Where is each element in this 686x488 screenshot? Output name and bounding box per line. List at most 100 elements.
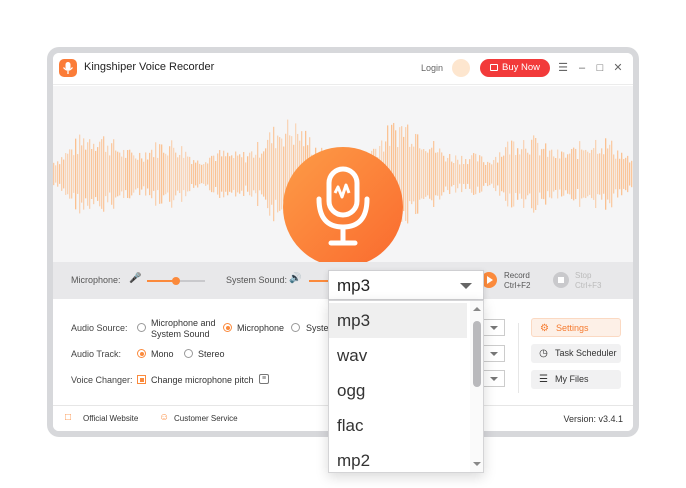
scrollbar-thumb[interactable] xyxy=(473,321,481,387)
waveform-bar xyxy=(625,157,627,191)
waveform-bar xyxy=(417,134,419,214)
waveform-bar xyxy=(479,155,481,193)
waveform-bar xyxy=(275,148,277,200)
option-stereo[interactable]: Stereo xyxy=(198,349,225,359)
waveform-bar xyxy=(155,142,157,206)
gear-icon: ⚙ xyxy=(540,323,549,334)
waveform-bar xyxy=(233,158,235,190)
microphone-volume-slider[interactable] xyxy=(147,277,205,285)
waveform-bar xyxy=(133,155,135,193)
waveform-bar xyxy=(113,139,115,209)
dropdown-scrollbar[interactable] xyxy=(470,301,483,472)
waveform-bar xyxy=(229,156,231,192)
menu-icon[interactable]: ☰ xyxy=(557,62,569,74)
format-option-flac[interactable]: flac xyxy=(329,408,467,443)
waveform-bar xyxy=(225,156,227,192)
stop-button[interactable] xyxy=(553,272,569,288)
waveform-bar xyxy=(551,149,553,199)
option-mic-and-system-line1[interactable]: Microphone and xyxy=(151,318,216,328)
task-scheduler-button[interactable]: ◷ Task Scheduler xyxy=(531,344,621,363)
waveform-bar xyxy=(539,155,541,193)
waveform-bar xyxy=(535,137,537,211)
system-sound-slider[interactable] xyxy=(309,280,329,282)
settings-button[interactable]: ⚙ Settings xyxy=(531,318,621,337)
format-option-wav[interactable]: wav xyxy=(329,338,467,373)
waveform-bar xyxy=(543,148,545,200)
record-microphone-button[interactable] xyxy=(283,147,403,267)
change-pitch-checkbox[interactable] xyxy=(137,375,146,384)
radio-microphone[interactable] xyxy=(223,323,232,332)
audio-track-select[interactable] xyxy=(481,345,505,362)
waveform-bar xyxy=(427,152,429,196)
waveform-bar xyxy=(281,138,283,210)
waveform-bar xyxy=(521,149,523,199)
waveform-bar xyxy=(509,154,511,194)
voice-changer-select[interactable] xyxy=(481,370,505,387)
chevron-down-icon[interactable] xyxy=(460,283,472,289)
waveform-bar xyxy=(499,152,501,196)
waveform-bar xyxy=(545,143,547,205)
login-link[interactable]: Login xyxy=(421,63,443,73)
avatar[interactable] xyxy=(452,59,470,77)
list-icon: ☰ xyxy=(539,374,548,385)
waveform-bar xyxy=(97,147,99,201)
option-microphone[interactable]: Microphone xyxy=(237,323,284,333)
official-website-link[interactable]: Official Website xyxy=(83,414,138,423)
waveform-bar xyxy=(525,148,527,200)
waveform-bar xyxy=(523,140,525,208)
scroll-down-icon[interactable] xyxy=(473,462,481,466)
waveform-bar xyxy=(557,149,559,199)
waveform-bar xyxy=(151,149,153,199)
waveform-bar xyxy=(189,156,191,192)
stop-label[interactable]: Stop Ctrl+F3 xyxy=(575,271,601,291)
waveform-bar xyxy=(549,150,551,198)
waveform-bar xyxy=(209,157,211,191)
minimize-icon[interactable]: – xyxy=(576,62,588,74)
format-option-ogg[interactable]: ogg xyxy=(329,373,467,408)
waveform-bar xyxy=(595,139,597,209)
waveform-bar xyxy=(475,153,477,195)
record-label[interactable]: Record Ctrl+F2 xyxy=(504,271,530,291)
waveform-bar xyxy=(221,156,223,192)
waveform-bar xyxy=(143,161,145,187)
option-mono[interactable]: Mono xyxy=(151,349,174,359)
waveform-bar xyxy=(83,138,85,210)
change-pitch-option[interactable]: Change microphone pitch xyxy=(151,375,254,385)
scroll-up-icon[interactable] xyxy=(473,307,481,311)
my-files-button[interactable]: ☰ My Files xyxy=(531,370,621,389)
microphone-icon xyxy=(316,166,370,246)
waveform-bar xyxy=(197,160,199,188)
waveform-bar xyxy=(203,164,205,184)
waveform-bar xyxy=(223,150,225,198)
radio-stereo[interactable] xyxy=(184,349,193,358)
radio-mono[interactable] xyxy=(137,349,146,358)
waveform-bar xyxy=(107,145,109,203)
waveform-bar xyxy=(477,161,479,187)
audio-source-select[interactable] xyxy=(481,319,505,336)
option-mic-and-system-line2[interactable]: System Sound xyxy=(151,329,210,339)
pitch-settings-icon[interactable]: ≡ xyxy=(259,374,269,384)
waveform-bar xyxy=(249,152,251,196)
waveform-bar xyxy=(619,158,621,190)
waveform-bar xyxy=(435,152,437,196)
waveform-bar xyxy=(575,148,577,200)
waveform-bar xyxy=(179,154,181,194)
radio-mic-and-system[interactable] xyxy=(137,323,146,332)
waveform-bar xyxy=(201,164,203,184)
waveform-area xyxy=(53,86,633,267)
format-option-mp3[interactable]: mp3 xyxy=(329,303,467,338)
waveform-bar xyxy=(533,135,535,213)
radio-system[interactable] xyxy=(291,323,300,332)
waveform-bar xyxy=(141,158,143,190)
maximize-icon[interactable]: □ xyxy=(594,62,606,74)
format-option-mp2[interactable]: mp2 xyxy=(329,443,467,472)
customer-service-link[interactable]: Customer Service xyxy=(174,414,238,423)
record-text: Record xyxy=(504,271,530,280)
buy-now-button[interactable]: Buy Now xyxy=(480,59,550,77)
close-icon[interactable]: ✕ xyxy=(612,62,624,74)
microphone-volume-knob[interactable] xyxy=(172,277,180,285)
waveform-bar xyxy=(589,153,591,195)
format-select[interactable]: mp3 xyxy=(328,270,484,300)
waveform-bar xyxy=(443,155,445,193)
waveform-bar xyxy=(419,148,421,200)
